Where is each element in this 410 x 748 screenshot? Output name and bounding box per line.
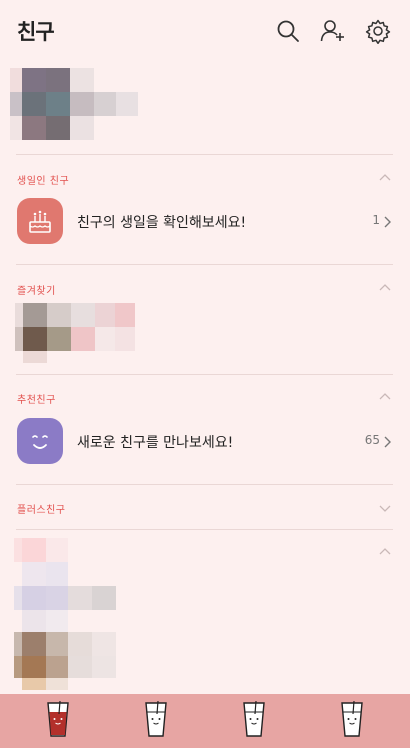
divider: [16, 154, 393, 155]
section-label-favorites: 즐겨찾기: [17, 286, 56, 297]
smiley-face-icon: [17, 418, 63, 464]
add-friend-icon[interactable]: [320, 18, 346, 44]
friends-tab-cup-icon[interactable]: [46, 700, 70, 738]
divider: [16, 484, 393, 485]
section-label-recommended: 추천친구: [17, 395, 56, 406]
header: 친구: [0, 0, 410, 62]
recommended-friends-row[interactable]: 새로운 친구를 만나보세요! 65: [0, 414, 410, 470]
expand-icon[interactable]: [378, 503, 392, 513]
birthday-friends-row[interactable]: 친구의 생일을 확인해보세요! 1: [0, 194, 410, 250]
birthday-cake-icon: [17, 198, 63, 244]
collapse-icon[interactable]: [378, 173, 392, 183]
bottom-tab-bar: [0, 694, 410, 748]
settings-icon[interactable]: [365, 18, 391, 44]
collapse-icon[interactable]: [378, 283, 392, 293]
divider: [16, 374, 393, 375]
chats-tab-cup-icon[interactable]: [144, 700, 168, 738]
recommended-count: 65: [364, 433, 380, 447]
my-profile-image[interactable]: [10, 68, 138, 140]
birthday-row-text: 친구의 생일을 확인해보세요!: [77, 215, 247, 231]
divider: [16, 264, 393, 265]
chevron-right-icon: [382, 435, 392, 449]
divider: [16, 529, 393, 530]
section-label-plus: 플러스친구: [17, 505, 66, 516]
page-title: 친구: [17, 20, 55, 44]
collapse-icon[interactable]: [378, 392, 392, 402]
chevron-right-icon: [382, 215, 392, 229]
more-tab-cup-icon[interactable]: [340, 700, 364, 738]
recommended-row-text: 새로운 친구를 만나보세요!: [77, 435, 234, 451]
search-tab-cup-icon[interactable]: [242, 700, 266, 738]
section-label-birthday: 생일인 친구: [17, 176, 70, 187]
friend-list-images[interactable]: [14, 538, 118, 690]
collapse-icon[interactable]: [378, 547, 392, 557]
birthday-count: 1: [372, 213, 380, 227]
favorite-friend-image[interactable]: [15, 303, 135, 363]
search-icon[interactable]: [275, 18, 301, 44]
